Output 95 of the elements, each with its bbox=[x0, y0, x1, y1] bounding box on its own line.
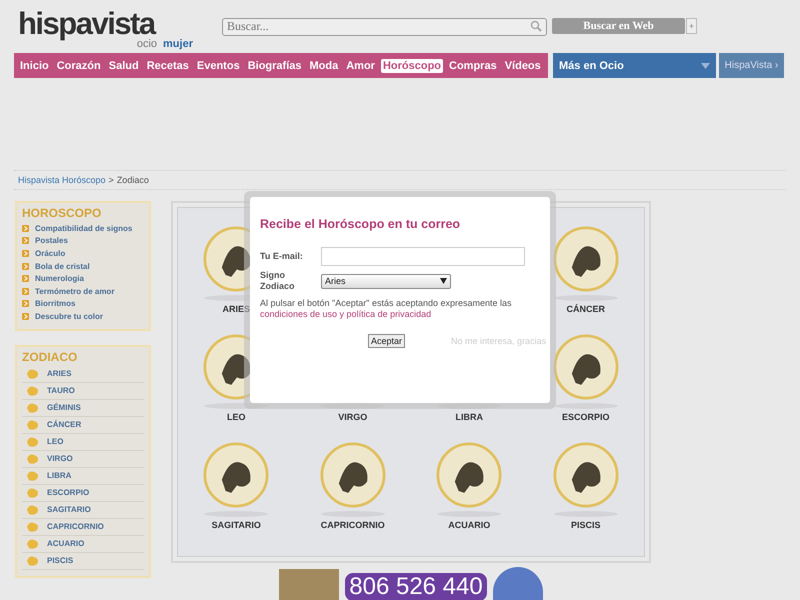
sidebar-link[interactable]: Descubre tu color bbox=[35, 312, 104, 321]
sign-name[interactable]: SAGITARIO bbox=[212, 520, 261, 530]
sidebar-link[interactable]: SAGITARIO bbox=[47, 505, 91, 514]
zodiac-symbol-icon bbox=[25, 418, 41, 431]
search-icon bbox=[530, 20, 542, 32]
logo-wordmark: hispavista bbox=[18, 10, 156, 38]
sidebar-link[interactable]: CAPRICORNIO bbox=[47, 522, 104, 532]
sidebar-link[interactable]: Postales bbox=[35, 236, 68, 246]
search-web-button[interactable]: Buscar en Web bbox=[552, 18, 685, 34]
sidebar-link[interactable]: Compatibilidad de signos bbox=[35, 224, 132, 233]
zodiac-symbol-icon bbox=[25, 554, 41, 567]
zodiac-emblem-icon[interactable] bbox=[320, 442, 386, 508]
zodiac-symbol-icon bbox=[25, 486, 41, 499]
zodiac-symbol-icon bbox=[25, 368, 41, 380]
bullet-icon bbox=[22, 250, 29, 257]
zodiac-symbol-icon bbox=[25, 402, 41, 414]
tarot-cards-photo-placeholder bbox=[279, 569, 340, 600]
sidebar-link[interactable]: Biorritmos bbox=[35, 299, 76, 308]
sidebar-link[interactable]: VIRGO bbox=[47, 454, 73, 464]
panel-title: HOROSCOPO bbox=[22, 206, 102, 220]
phone-number[interactable]: 806 526 440 bbox=[345, 573, 487, 600]
zodiac-symbol-icon bbox=[25, 538, 41, 550]
sidebar-link[interactable]: PISCIS bbox=[47, 556, 74, 566]
bullet-icon bbox=[22, 312, 29, 320]
bullet-icon bbox=[22, 262, 29, 270]
nav-tab[interactable]: Recetas bbox=[144, 58, 191, 72]
nav-tab[interactable]: Horóscopo bbox=[380, 58, 444, 72]
sign-name[interactable]: CAPRICORNIO bbox=[320, 520, 385, 530]
sidebar-link[interactable]: LIBRA bbox=[47, 471, 72, 480]
zodiac-symbol-icon bbox=[25, 384, 41, 397]
nav-tab[interactable]: Salud bbox=[106, 58, 141, 72]
nav-tab[interactable]: Inicio bbox=[18, 58, 51, 72]
nav-tab[interactable]: Moda bbox=[307, 58, 340, 72]
sign-name[interactable]: LIBRA bbox=[456, 412, 483, 422]
bullet-icon bbox=[22, 275, 29, 282]
terms-notice: Al pulsar el botón "Aceptar" estás aceptando expresamente las condiciones de uso y política de privacidad bbox=[260, 298, 513, 320]
nav-tab[interactable]: Corazón bbox=[54, 58, 103, 72]
sidebar-link[interactable]: Bola de cristal bbox=[35, 262, 90, 271]
expand-button[interactable]: + bbox=[686, 18, 697, 34]
terms-link[interactable]: condiciones de uso y política de privacidad bbox=[260, 309, 432, 319]
bullet-icon bbox=[22, 288, 29, 295]
nav-tab[interactable]: Compras bbox=[447, 58, 499, 72]
sidebar-link[interactable]: ACUARIO bbox=[47, 539, 84, 548]
zodiac-emblem-icon[interactable] bbox=[552, 226, 619, 292]
accept-button[interactable]: Aceptar bbox=[368, 334, 406, 348]
breadcrumb-link[interactable]: Hispavista Horóscopo bbox=[18, 175, 106, 185]
breadcrumb-current: Zodiaco bbox=[116, 175, 149, 185]
zodiac-symbol-icon bbox=[25, 470, 41, 482]
logo-subsection: mujer bbox=[163, 38, 193, 50]
sign-name[interactable]: LEO bbox=[226, 412, 246, 422]
sign-label: Signo Zodiaco bbox=[260, 270, 296, 292]
globe-photo-placeholder bbox=[492, 567, 543, 600]
site-logo[interactable]: hispavista ocio mujer bbox=[18, 8, 193, 50]
caret-icon bbox=[440, 278, 447, 284]
zodiac-symbol-icon bbox=[25, 452, 41, 465]
sidebar-link[interactable]: TAURO bbox=[47, 386, 75, 396]
sidebar-link[interactable]: GÉMINIS bbox=[47, 403, 81, 412]
bullet-icon bbox=[22, 237, 29, 244]
email-field[interactable] bbox=[321, 247, 525, 266]
dialog-title: Recibe el Horóscopo en tu correo bbox=[260, 217, 462, 231]
sign-name[interactable]: ESCORPIO bbox=[562, 412, 610, 422]
sidebar-link[interactable]: Numerologia bbox=[35, 274, 84, 284]
nav-tab[interactable]: Biografías bbox=[246, 58, 304, 72]
zodiac-emblem-icon[interactable] bbox=[203, 442, 270, 508]
bullet-icon bbox=[22, 224, 29, 232]
zodiac-symbol-icon bbox=[25, 520, 41, 533]
sidebar-link[interactable]: ESCORPIO bbox=[47, 488, 90, 498]
sidebar-link[interactable]: CÁNCER bbox=[47, 420, 82, 430]
nav-tab[interactable]: Eventos bbox=[194, 58, 242, 72]
sign-name[interactable]: ARIES bbox=[222, 304, 250, 314]
search-field[interactable]: Buscar... bbox=[222, 18, 547, 36]
bullet-icon bbox=[22, 300, 29, 308]
zodiac-symbol-icon bbox=[25, 504, 41, 516]
zodiac-symbol-icon bbox=[25, 436, 41, 448]
zodiac-emblem-icon[interactable] bbox=[552, 442, 619, 508]
zodiac-emblem-icon[interactable] bbox=[552, 334, 619, 400]
sidebar-link[interactable]: Termómetro de amor bbox=[35, 286, 114, 296]
logo-section: ocio bbox=[136, 38, 158, 50]
sign-name[interactable]: PISCIS bbox=[570, 520, 600, 530]
sidebar-link[interactable]: ARIES bbox=[47, 369, 72, 378]
sign-name[interactable]: ACUARIO bbox=[448, 520, 490, 530]
nav-tab[interactable]: Vídeos bbox=[502, 58, 543, 72]
breadcrumb-separator: > bbox=[108, 175, 114, 185]
more-menu[interactable]: Más en Ocio bbox=[553, 53, 716, 78]
portal-link[interactable]: HispaVista › bbox=[719, 53, 784, 78]
sign-name[interactable]: VIRGO bbox=[338, 412, 368, 422]
nav-tab[interactable]: Amor bbox=[344, 58, 377, 72]
panel-title: ZODIACO bbox=[22, 350, 78, 364]
email-label: Tu E-mail: bbox=[260, 251, 304, 262]
zodiac-emblem-icon[interactable] bbox=[436, 442, 502, 508]
sign-name[interactable]: CÁNCER bbox=[566, 304, 605, 314]
sign-dropdown[interactable]: Aries bbox=[321, 274, 451, 288]
caret-icon bbox=[701, 62, 710, 68]
sidebar-link[interactable]: LEO bbox=[47, 437, 64, 446]
sidebar-link[interactable]: Oráculo bbox=[35, 248, 66, 258]
